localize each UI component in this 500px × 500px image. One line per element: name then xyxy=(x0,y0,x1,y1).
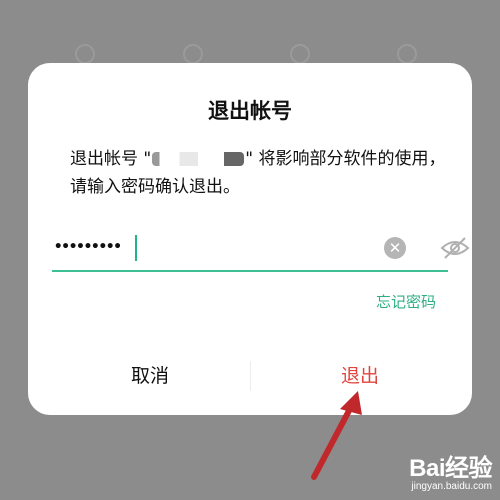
background-image-icon xyxy=(75,44,95,64)
watermark-logo: Bai经验 xyxy=(409,455,492,482)
baidu-jingyan-watermark: Bai经验 jingyan.baidu.com xyxy=(409,448,492,492)
logout-dialog: 退出帐号 退出帐号 " " 将影响部分软件的使用，请输入密码确认退出。 •••••… xyxy=(28,63,472,415)
password-value: ••••••••• xyxy=(54,239,122,255)
password-underline xyxy=(52,270,448,272)
clear-icon[interactable]: ✕ xyxy=(384,237,406,259)
background-palette-icon xyxy=(290,44,310,64)
red-arrow-annotation xyxy=(311,391,362,480)
logout-button[interactable]: 退出 xyxy=(260,361,460,388)
message-prefix: 退出帐号 " xyxy=(70,149,152,169)
background-music-icon xyxy=(183,44,203,64)
watermark-url: jingyan.baidu.com xyxy=(411,481,492,492)
button-divider xyxy=(250,361,251,391)
password-field[interactable]: ••••••••• ✕ xyxy=(52,233,470,273)
dialog-message: 退出帐号 " " 将影响部分软件的使用，请输入密码确认退出。 xyxy=(70,145,450,201)
cancel-button[interactable]: 取消 xyxy=(50,361,250,388)
text-caret xyxy=(135,235,137,261)
forgot-password-link[interactable]: 忘记密码 xyxy=(376,291,436,312)
background-more-icon xyxy=(397,44,417,64)
dialog-title: 退出帐号 xyxy=(208,99,292,123)
eye-off-icon[interactable] xyxy=(440,236,470,260)
redacted-account xyxy=(152,152,245,166)
